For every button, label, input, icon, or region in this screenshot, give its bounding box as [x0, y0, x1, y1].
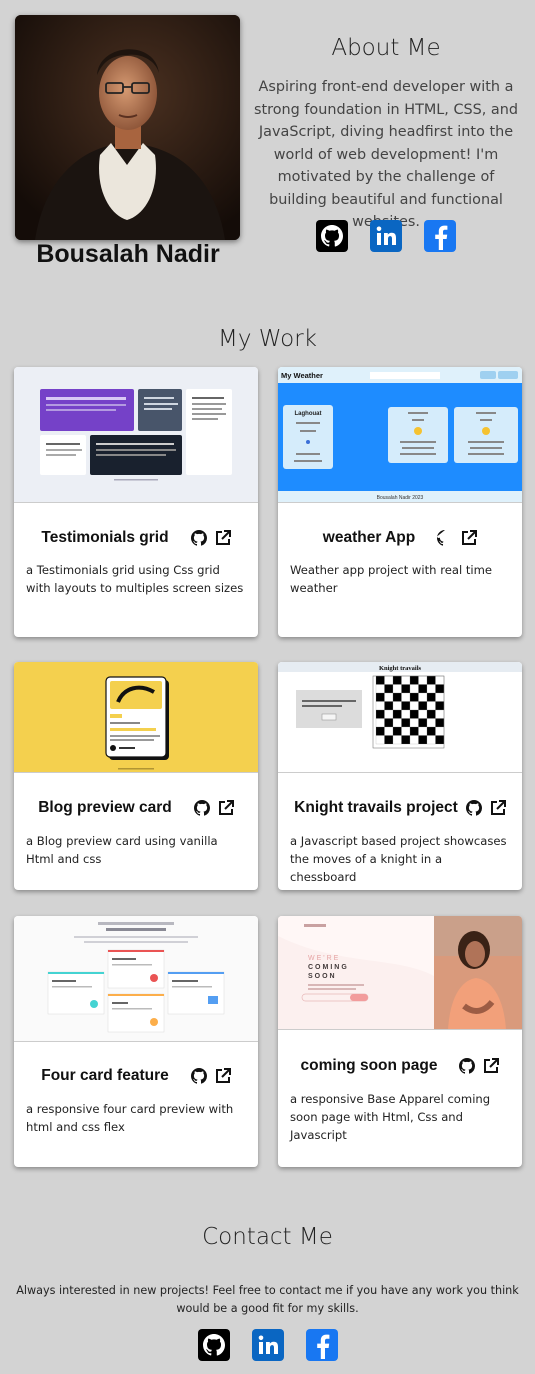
- project-card-four-card: Four card feature a responsive four card…: [14, 916, 258, 1167]
- work-heading: My Work: [217, 326, 317, 352]
- about-description: Aspiring front-end developer with a stro…: [253, 79, 518, 230]
- project-thumbnail[interactable]: [14, 916, 258, 1042]
- project-description: Weather app project with real time weath…: [290, 563, 493, 595]
- coming-soon-line2: COMING: [308, 964, 349, 971]
- contact-social-links: [0, 1329, 535, 1361]
- project-title: coming soon page: [300, 1057, 438, 1074]
- about-heading: About Me: [331, 35, 441, 61]
- weather-footer: Bousalah Nadir 2023: [377, 495, 424, 501]
- external-link-icon[interactable]: [490, 800, 506, 816]
- project-description: a responsive four card preview with html…: [26, 1102, 234, 1134]
- external-link-icon[interactable]: [215, 1068, 231, 1084]
- github-icon[interactable]: [190, 1068, 207, 1084]
- project-thumbnail[interactable]: [14, 662, 258, 773]
- project-title: Knight travails project: [294, 799, 458, 816]
- linkedin-icon: [258, 1335, 278, 1354]
- github-link[interactable]: [197, 1329, 230, 1361]
- project-title: Blog preview card: [38, 799, 172, 816]
- project-thumbnail[interactable]: [14, 367, 258, 503]
- linkedin-icon: [376, 226, 396, 245]
- weather-app-name: My Weather: [281, 371, 323, 380]
- contact-heading: Contact Me: [202, 1224, 333, 1250]
- coming-soon-line3: SOON: [308, 973, 337, 980]
- project-title: Four card feature: [41, 1067, 169, 1084]
- project-title: Testimonials grid: [41, 529, 169, 546]
- profile-photo: [15, 15, 240, 240]
- external-link-icon[interactable]: [215, 530, 231, 546]
- about-social-links: [250, 220, 522, 252]
- knight-heading: Knight travails: [379, 665, 422, 672]
- project-card-testimonials: Testimonials grid a Testimonials grid us…: [14, 367, 258, 637]
- github-icon[interactable]: [459, 1058, 476, 1074]
- contact-description: Always interested in new projects! Feel …: [16, 1284, 519, 1315]
- github-icon: [321, 225, 343, 247]
- project-description: a Blog preview card using vanilla Html a…: [26, 834, 218, 866]
- facebook-link[interactable]: [305, 1329, 338, 1361]
- project-card-coming-soon: WE'RE COMING SOON coming soon page a res…: [278, 916, 522, 1167]
- project-thumbnail[interactable]: WE'RE COMING SOON: [278, 916, 522, 1030]
- external-link-icon[interactable]: [483, 1058, 500, 1074]
- project-card-header: Blog preview card: [14, 793, 258, 823]
- github-icon[interactable]: [437, 530, 453, 546]
- external-link-icon[interactable]: [461, 530, 478, 546]
- project-card-knight-travails: Knight travails Knight travails project …: [278, 662, 522, 890]
- github-icon: [202, 1334, 225, 1356]
- github-icon[interactable]: [193, 800, 210, 816]
- github-icon[interactable]: [190, 530, 207, 546]
- project-card-header: coming soon page: [278, 1051, 522, 1081]
- project-description: a responsive Base Apparel coming soon pa…: [290, 1092, 491, 1142]
- linkedin-link[interactable]: [251, 1329, 284, 1361]
- weather-city: Laghouat: [295, 411, 322, 417]
- project-description: a Testimonials grid using Css grid with …: [26, 563, 244, 595]
- linkedin-link[interactable]: [370, 220, 402, 252]
- facebook-icon: [316, 1334, 329, 1359]
- project-card-header: Testimonials grid: [14, 523, 258, 553]
- coming-soon-line1: WE'RE: [308, 955, 340, 962]
- project-card-header: Four card feature: [14, 1061, 258, 1091]
- project-card-header: weather App: [278, 523, 522, 553]
- about-section: Bousalah Nadir About Me Aspiring front-e…: [0, 0, 535, 300]
- external-link-icon[interactable]: [218, 800, 234, 816]
- project-card-blog: Blog preview card a Blog preview card us…: [14, 662, 258, 890]
- project-card-header: Knight travails project: [278, 793, 522, 823]
- facebook-icon: [435, 225, 448, 250]
- project-thumbnail[interactable]: My Weather Laghouat Bousalah Nadir 2023: [278, 367, 522, 503]
- project-description: a Javascript based project showcases the…: [290, 834, 507, 884]
- profile-name: Bousalah Nadir: [36, 240, 220, 268]
- github-link[interactable]: [316, 220, 348, 252]
- project-title: weather App: [322, 529, 416, 546]
- project-card-weather: My Weather Laghouat Bousalah Nadir 2023 …: [278, 367, 522, 637]
- github-icon[interactable]: [465, 800, 482, 816]
- facebook-link[interactable]: [424, 220, 456, 252]
- project-thumbnail[interactable]: Knight travails: [278, 662, 522, 773]
